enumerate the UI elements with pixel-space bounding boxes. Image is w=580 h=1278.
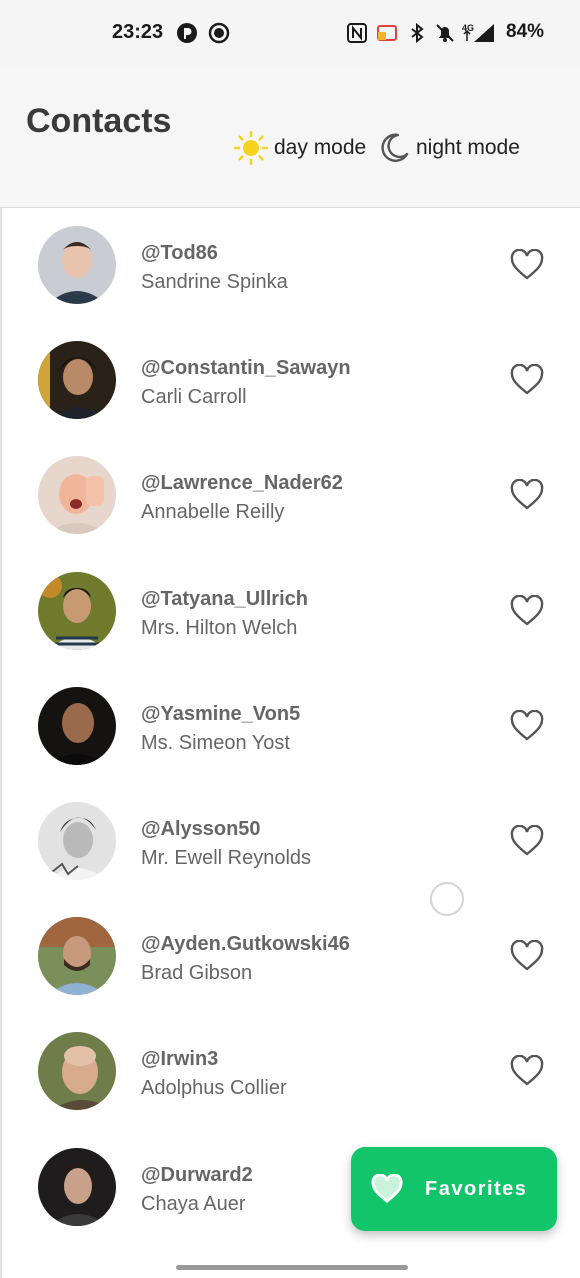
contact-row[interactable]: @Tod86 Sandrine Spinka (0, 209, 580, 324)
contact-avatar (38, 1147, 116, 1226)
contact-handle: @Tod86 (141, 242, 218, 264)
favorite-heart-icon[interactable] (510, 824, 544, 857)
contact-row[interactable]: @Ayden.Gutkowski46 Brad Gibson (0, 900, 580, 1015)
contact-handle: @Tatyana_Ullrich (141, 587, 308, 610)
contact-row[interactable]: @Yasmine_Von5 Ms. Simeon Yost (0, 670, 580, 785)
contact-row[interactable]: @Lawrence_Nader62 Annabelle Reilly (0, 439, 580, 554)
record-icon (208, 22, 230, 44)
home-indicator[interactable] (176, 1265, 408, 1270)
favorites-button[interactable]: Favorites (351, 1147, 557, 1231)
contact-name: Ms. Simeon Yost (141, 731, 290, 754)
contact-avatar (38, 571, 116, 650)
page-title: Contacts (26, 102, 172, 140)
contact-avatar (38, 1032, 116, 1111)
signal-4g-icon: 4G (462, 23, 494, 42)
cast-icon (377, 25, 397, 41)
contact-avatar (38, 226, 116, 304)
bluetooth-icon (411, 22, 424, 44)
touch-ripple (430, 882, 464, 916)
mute-bell-icon (436, 24, 454, 42)
favorite-heart-icon[interactable] (510, 940, 544, 972)
contact-avatar (38, 686, 116, 765)
contact-avatar (38, 456, 116, 535)
favorite-heart-icon[interactable] (510, 1055, 544, 1087)
status-time: 23:23 (112, 21, 164, 43)
favorite-heart-icon[interactable] (510, 364, 544, 396)
contact-handle: @Ayden.Gutkowski46 (141, 933, 350, 956)
nfc-icon (347, 23, 367, 43)
moon-icon (381, 133, 409, 162)
contact-handle: @Constantin_Sawayn (141, 357, 351, 380)
contact-list[interactable]: @Tod86 Sandrine Spinka @Constantin_Saway… (0, 209, 580, 1246)
contact-name: Brad Gibson (141, 962, 253, 985)
app-header: Contacts day mode night mode (0, 66, 580, 208)
contact-handle: @Yasmine_Von5 (141, 702, 301, 725)
heart-icon (371, 1174, 403, 1203)
contact-handle: @Alysson50 (141, 817, 261, 840)
contact-row[interactable]: @Tatyana_Ullrich Mrs. Hilton Welch (0, 555, 580, 670)
contact-avatar (38, 341, 116, 420)
battery-level: 84% (506, 21, 545, 42)
day-mode-button[interactable]: day mode (234, 130, 366, 166)
contact-handle: @Durward2 (141, 1163, 253, 1186)
contact-row[interactable]: @Constantin_Sawayn Carli Carroll (0, 324, 580, 439)
contact-row[interactable]: @Irwin3 Adolphus Collier (0, 1015, 580, 1130)
contact-handle: @Irwin3 (141, 1048, 219, 1071)
contact-name: Sandrine Spinka (141, 271, 288, 293)
contact-avatar (38, 801, 116, 880)
favorite-heart-icon[interactable] (510, 249, 544, 281)
status-bar: 23:23 4G 84% (0, 0, 580, 66)
favorites-label: Favorites (425, 1177, 528, 1200)
contact-name: Annabelle Reilly (141, 501, 285, 524)
favorite-heart-icon[interactable] (510, 479, 544, 511)
contact-handle: @Lawrence_Nader62 (141, 472, 343, 495)
contact-name: Carli Carroll (141, 386, 247, 409)
app-notification-icon (177, 23, 197, 43)
contact-avatar (38, 917, 116, 996)
sun-icon (234, 131, 268, 165)
favorite-heart-icon[interactable] (510, 709, 544, 742)
contact-name: Mr. Ewell Reynolds (141, 846, 312, 869)
favorite-heart-icon[interactable] (510, 594, 544, 627)
contact-name: Mrs. Hilton Welch (141, 616, 298, 639)
contact-row[interactable]: @Alysson50 Mr. Ewell Reynolds (0, 785, 580, 900)
contact-name: Adolphus Collier (141, 1077, 287, 1100)
day-mode-label: day mode (274, 136, 367, 159)
night-mode-label: night mode (416, 136, 520, 159)
contact-name: Chaya Auer (141, 1192, 246, 1215)
night-mode-button[interactable]: night mode (378, 130, 520, 166)
